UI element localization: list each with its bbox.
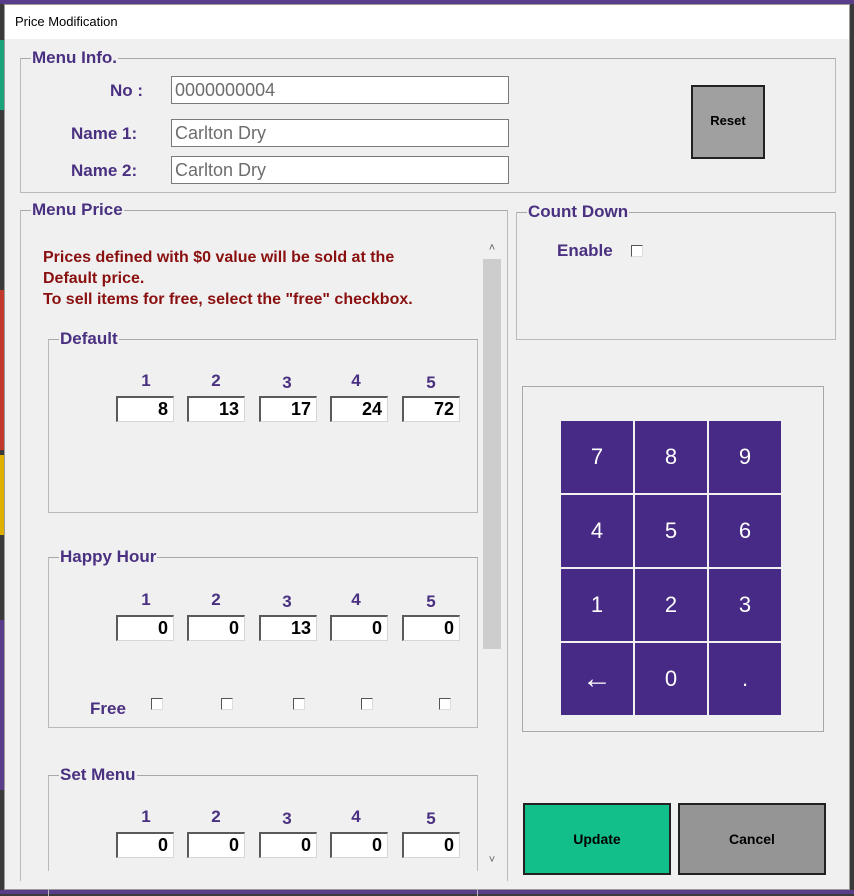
name2-label: Name 2: [71, 161, 138, 180]
default-price-1[interactable]: 8 [116, 396, 174, 422]
happy-hour-legend: Happy Hour [60, 547, 157, 566]
key-4[interactable]: 4 [561, 495, 633, 567]
scroll-area-clip [21, 871, 507, 889]
no-label: No : [110, 81, 144, 100]
free-checkbox-1[interactable] [151, 698, 163, 710]
set-menu-price-1[interactable]: 0 [116, 832, 174, 858]
key-6[interactable]: 6 [709, 495, 781, 567]
default-price-5[interactable]: 72 [402, 396, 460, 422]
key-3[interactable]: 3 [709, 569, 781, 641]
happy-hour-column-3: 3 [282, 592, 292, 611]
happy-hour-column-2: 2 [211, 590, 221, 609]
default-column-4: 4 [351, 371, 361, 390]
price-modification-dialog: Price Modification Menu Info. No : Name … [4, 4, 850, 896]
free-label: Free [90, 699, 126, 718]
happy-hour-price-5[interactable]: 0 [402, 615, 460, 641]
key-1[interactable]: 1 [561, 569, 633, 641]
title-bar: Price Modification [5, 5, 849, 39]
set-menu-price-5[interactable]: 0 [402, 832, 460, 858]
happy-hour-price-2[interactable]: 0 [187, 615, 245, 641]
default-legend: Default [60, 329, 118, 348]
key-7[interactable]: 7 [561, 421, 633, 493]
chevron-down-icon[interactable]: ˅ [483, 851, 501, 869]
set-menu-column-4: 4 [351, 807, 361, 826]
key-5[interactable]: 5 [635, 495, 707, 567]
default-price-2[interactable]: 13 [187, 396, 245, 422]
default-column-5: 5 [426, 373, 436, 392]
name1-field[interactable] [171, 119, 509, 147]
default-price-4[interactable]: 24 [330, 396, 388, 422]
free-checkbox-5[interactable] [439, 698, 451, 710]
count-down-legend: Count Down [528, 202, 629, 221]
key-decimal[interactable]: . [709, 643, 781, 715]
happy-hour-price-4[interactable]: 0 [330, 615, 388, 641]
dialog-title: Price Modification [15, 14, 118, 29]
set-menu-price-2[interactable]: 0 [187, 832, 245, 858]
key-0[interactable]: 0 [635, 643, 707, 715]
set-menu-column-2: 2 [211, 807, 221, 826]
count-down-group: Count Down [516, 203, 836, 340]
name2-field[interactable] [171, 156, 509, 184]
name1-label: Name 1: [71, 124, 138, 143]
default-price-3[interactable]: 17 [259, 396, 317, 422]
set-menu-legend: Set Menu [60, 765, 136, 784]
happy-hour-column-4: 4 [351, 590, 361, 609]
count-down-enable-checkbox[interactable] [631, 245, 643, 257]
set-menu-column-1: 1 [141, 807, 151, 826]
set-menu-price-4[interactable]: 0 [330, 832, 388, 858]
warning-line-3: To sell items for free, select the "free… [43, 291, 413, 308]
no-field[interactable] [171, 76, 509, 104]
default-column-2: 2 [211, 371, 221, 390]
key-8[interactable]: 8 [635, 421, 707, 493]
default-column-3: 3 [282, 373, 292, 392]
update-button[interactable]: Update [523, 803, 671, 875]
set-menu-column-3: 3 [282, 809, 292, 828]
happy-hour-price-1[interactable]: 0 [116, 615, 174, 641]
backspace-key[interactable]: ← [561, 643, 633, 715]
count-down-enable-label: Enable [557, 241, 613, 260]
menu-price-legend: Menu Price [32, 200, 123, 219]
happy-hour-column-5: 5 [426, 592, 436, 611]
menu-info-legend: Menu Info. [32, 48, 117, 67]
warning-line-2: Default price. [43, 270, 145, 287]
chevron-up-icon[interactable]: ˄ [483, 239, 501, 257]
default-column-1: 1 [141, 371, 151, 390]
warning-line-1: Prices defined with $0 value will be sol… [43, 249, 395, 266]
key-2[interactable]: 2 [635, 569, 707, 641]
happy-hour-price-3[interactable]: 13 [259, 615, 317, 641]
happy-hour-column-1: 1 [141, 590, 151, 609]
cancel-button[interactable]: Cancel [678, 803, 826, 875]
set-menu-price-3[interactable]: 0 [259, 832, 317, 858]
reset-button[interactable]: Reset [691, 85, 765, 159]
price-scrollbar-thumb[interactable] [483, 259, 501, 649]
set-menu-column-5: 5 [426, 809, 436, 828]
free-checkbox-3[interactable] [293, 698, 305, 710]
free-checkbox-2[interactable] [221, 698, 233, 710]
price-warning: Prices defined with $0 value will be sol… [43, 247, 483, 310]
key-9[interactable]: 9 [709, 421, 781, 493]
free-checkbox-4[interactable] [361, 698, 373, 710]
